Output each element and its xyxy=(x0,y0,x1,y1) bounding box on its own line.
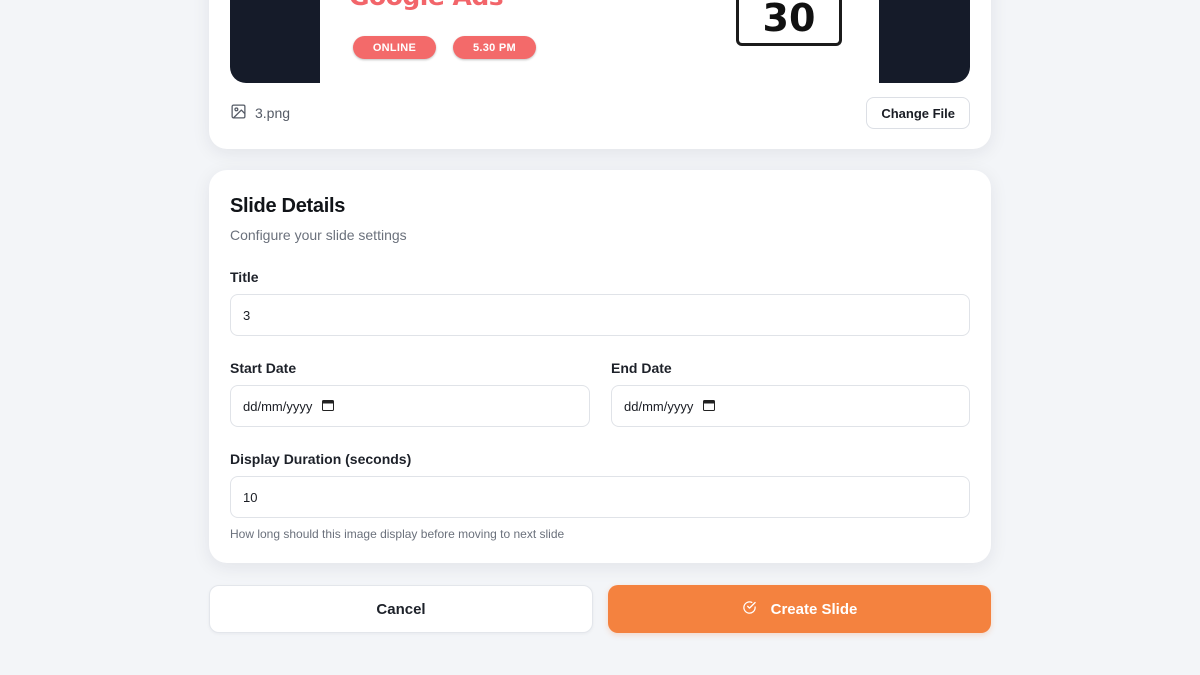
slide-image-preview: Google Ads ONLINE 5.30 PM 30 xyxy=(320,0,879,83)
title-label: Title xyxy=(230,269,259,285)
cancel-button[interactable]: Cancel xyxy=(209,585,593,633)
ad-pill-time: 5.30 PM xyxy=(453,36,536,59)
page: Google Ads ONLINE 5.30 PM 30 3.png Chang… xyxy=(0,0,1200,675)
start-date-input[interactable]: dd/mm/yyyy xyxy=(230,385,590,427)
file-row: 3.png Change File xyxy=(230,97,970,129)
end-date-value: dd/mm/yyyy xyxy=(624,398,694,414)
cancel-button-label: Cancel xyxy=(376,600,426,618)
title-input[interactable]: 3 xyxy=(230,294,970,336)
create-slide-button[interactable]: Create Slide xyxy=(608,585,991,633)
check-circle-icon xyxy=(742,600,757,619)
card-title: Slide Details xyxy=(230,195,346,217)
duration-input[interactable]: 10 xyxy=(230,476,970,518)
duration-label: Display Duration (seconds) xyxy=(230,451,412,467)
duration-help-text: How long should this image display befor… xyxy=(230,527,565,541)
slide-details-card: Slide Details Configure your slide setti… xyxy=(209,170,991,563)
image-preview-card: Google Ads ONLINE 5.30 PM 30 3.png Chang… xyxy=(209,0,991,149)
title-input-value: 3 xyxy=(243,307,251,323)
card-subtitle: Configure your slide settings xyxy=(230,227,407,243)
create-slide-button-label: Create Slide xyxy=(770,600,858,618)
file-info: 3.png xyxy=(230,103,290,123)
image-preview-frame: Google Ads ONLINE 5.30 PM 30 xyxy=(230,0,970,83)
ad-date-box: 30 xyxy=(736,0,842,46)
calendar-icon[interactable] xyxy=(703,399,716,414)
image-icon xyxy=(230,103,247,123)
ad-headline: Google Ads xyxy=(349,0,504,11)
end-date-input[interactable]: dd/mm/yyyy xyxy=(611,385,970,427)
start-date-value: dd/mm/yyyy xyxy=(243,398,313,414)
ad-pill-online: ONLINE xyxy=(353,36,436,59)
calendar-icon[interactable] xyxy=(322,399,335,414)
duration-input-value: 10 xyxy=(243,489,258,505)
file-name: 3.png xyxy=(255,105,291,121)
start-date-label: Start Date xyxy=(230,360,297,376)
end-date-label: End Date xyxy=(611,360,672,376)
change-file-button[interactable]: Change File xyxy=(866,97,970,129)
